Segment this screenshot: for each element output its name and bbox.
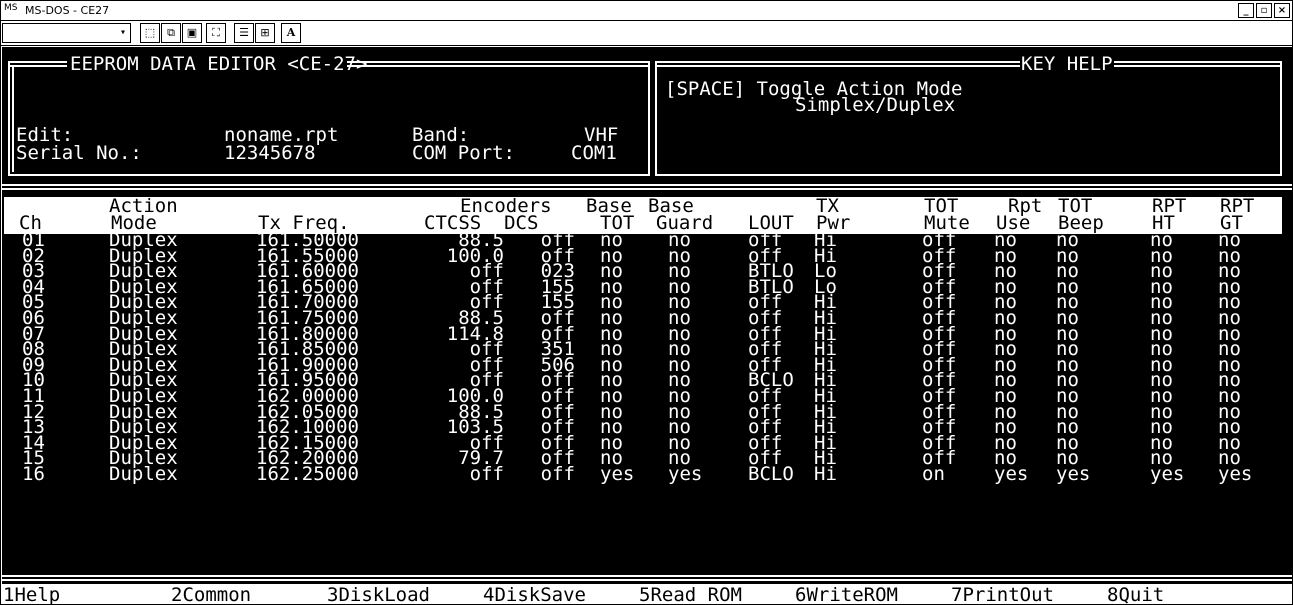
fkey-common[interactable]: 2Common	[171, 586, 251, 605]
cell-base-tot[interactable]: yes	[600, 464, 656, 483]
cell-tx-freq[interactable]: 162.25000	[256, 464, 406, 483]
cell-rpt-use[interactable]: yes	[994, 464, 1044, 483]
paste-icon[interactable]: ▣	[182, 23, 202, 43]
channel-table[interactable]: 01 Duplex 161.50000 88.5 off no no off Hi off no no…	[2, 231, 1292, 484]
copy-icon[interactable]: ⧉	[161, 23, 181, 43]
fullscreen-icon[interactable]: ⛶	[206, 23, 226, 43]
cell-base-guard[interactable]: yes	[668, 464, 724, 483]
properties-icon[interactable]: ☰	[234, 23, 254, 43]
key-help-title: KEY HELP	[1021, 53, 1113, 75]
cell-ch[interactable]: 16	[22, 464, 62, 483]
cell-tx-pwr[interactable]: Hi	[814, 464, 854, 483]
window-title: MS-DOS - CE27	[25, 4, 110, 17]
minimize-icon[interactable]: _	[1238, 3, 1254, 18]
cell-ctcss[interactable]: off	[420, 464, 504, 483]
com-port-value: COM1	[571, 142, 617, 164]
editor-title: EEPROM DATA EDITOR <CE-27>	[70, 53, 368, 75]
msdos-window: MS MS-DOS - CE27 _ ▫ × ▾ ⬚ ⧉ ▣ ⛶ ☰ ⊞ A E…	[0, 0, 1293, 605]
fkey-disksave[interactable]: 4DiskSave	[483, 586, 586, 605]
ms-dos-icon[interactable]: MS	[4, 3, 17, 13]
title-bar[interactable]: MS MS-DOS - CE27 _ ▫ ×	[1, 1, 1292, 21]
cell-rpt-ht[interactable]: yes	[1150, 464, 1200, 483]
fkey-read-rom[interactable]: 5Read ROM	[639, 586, 742, 605]
font-icon[interactable]: A	[281, 23, 301, 43]
background-icon[interactable]: ⊞	[255, 23, 275, 43]
maximize-icon[interactable]: ▫	[1256, 3, 1272, 18]
chevron-down-icon[interactable]: ▾	[120, 27, 126, 38]
cell-tot-mute[interactable]: on	[922, 464, 972, 483]
cell-mode[interactable]: Duplex	[109, 464, 219, 483]
dos-screen[interactable]: EEPROM DATA EDITOR <CE-27> Edit: noname.…	[2, 47, 1292, 604]
table-row[interactable]: 16 Duplex 162.25000 off off yes yes BCLO Hi on yes…	[2, 464, 1292, 483]
mark-icon[interactable]: ⬚	[140, 23, 160, 43]
fkey-diskload[interactable]: 3DiskLoad	[327, 586, 430, 605]
cell-dcs[interactable]: off	[519, 464, 575, 483]
serial-value: 12345678	[224, 142, 316, 164]
function-key-bar: 1Help 2Common 3DiskLoad 4DiskSave 5Read …	[2, 584, 1292, 604]
close-icon[interactable]: ×	[1274, 3, 1290, 18]
cell-tot-beep[interactable]: yes	[1056, 464, 1106, 483]
serial-label: Serial No.:	[16, 142, 142, 164]
key-help-line2: Simplex/Duplex	[795, 94, 956, 116]
fkey-help[interactable]: 1Help	[3, 586, 60, 605]
com-port-label: COM Port:	[412, 142, 515, 164]
font-size-select[interactable]: ▾	[2, 23, 131, 43]
fkey-printout[interactable]: 7PrintOut	[951, 586, 1054, 605]
fkey-quit[interactable]: 8Quit	[1107, 586, 1164, 605]
fkey-write-rom[interactable]: 6WriteROM	[795, 586, 898, 605]
cell-rpt-gt[interactable]: yes	[1218, 464, 1268, 483]
cell-lout[interactable]: BCLO	[748, 464, 808, 483]
table-header: Action Encoders Base Base TX TOT Rpt TOT…	[4, 197, 1282, 234]
